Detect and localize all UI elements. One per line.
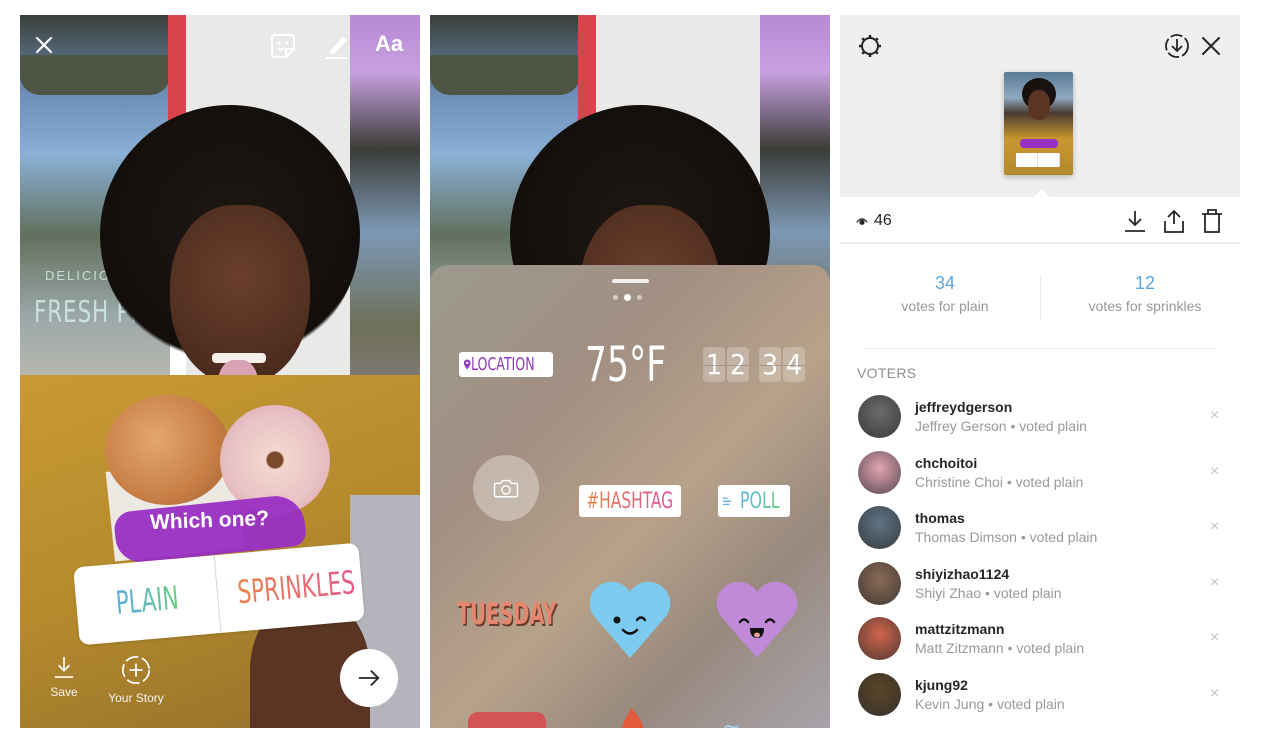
download-circle-icon[interactable] <box>1164 33 1190 59</box>
poll-lines-icon <box>723 497 732 506</box>
download-icon <box>54 656 74 678</box>
voter-detail: Shiyi Zhao • voted plain <box>915 584 1062 601</box>
hashtag-sticker[interactable]: #HASHTAG <box>579 485 681 517</box>
stats-toolbar: 46 <box>840 198 1240 244</box>
voter-row[interactable]: shiyizhao1124 Shiyi Zhao • voted plain × <box>840 560 1240 616</box>
results-header <box>840 15 1240 198</box>
avatar[interactable] <box>858 506 901 549</box>
page-indicator <box>613 294 642 301</box>
text-tool-button[interactable]: Aa <box>375 31 403 57</box>
voter-username[interactable]: shiyizhao1124 <box>915 566 1009 582</box>
sticker-tray-panel: LOCATION 75°F 1 2 3 4 #HASHTAG POLL TUES… <box>430 15 830 728</box>
location-sticker[interactable]: LOCATION <box>459 352 553 377</box>
voter-list: jeffreydgerson Jeffrey Gerson • voted pl… <box>840 393 1240 726</box>
your-story-button[interactable]: Your Story <box>104 655 168 705</box>
voter-row[interactable]: chchoitoi Christine Choi • voted plain × <box>840 449 1240 505</box>
voter-username[interactable]: kjung92 <box>915 677 968 693</box>
remove-voter-button[interactable]: × <box>1210 518 1219 536</box>
avatar[interactable] <box>858 672 901 716</box>
avatar[interactable] <box>858 395 901 438</box>
shop-sign-small: DELICIO <box>45 268 112 283</box>
download-icon[interactable] <box>1123 208 1147 234</box>
arrow-right-icon <box>358 669 380 687</box>
voter-username[interactable]: chchoitoi <box>915 455 977 471</box>
flame-icon <box>622 707 643 728</box>
clock-sticker[interactable]: 1 2 3 4 <box>703 347 805 382</box>
blue-heart-wink-sticker[interactable] <box>585 580 675 660</box>
poll-option-plain[interactable]: PLAIN <box>73 555 222 646</box>
red-sticker[interactable] <box>468 712 546 728</box>
poll-option-sprinkles[interactable]: SPRINKLES <box>215 542 378 633</box>
avatar[interactable] <box>858 617 901 660</box>
purple-heart-smile-sticker[interactable] <box>712 580 802 660</box>
voter-row[interactable]: thomas Thomas Dimson • voted plain × <box>840 504 1240 560</box>
poll-question[interactable]: Which one? <box>150 507 270 535</box>
sticker-tray: LOCATION 75°F 1 2 3 4 #HASHTAG POLL TUES… <box>430 265 830 728</box>
voter-detail: Jeffrey Gerson • voted plain <box>915 418 1087 434</box>
vote-result-sprinkles: 12 votes for sprinkles <box>1088 273 1202 314</box>
remove-voter-button[interactable]: × <box>1210 574 1219 592</box>
view-count[interactable]: 46 <box>856 212 892 230</box>
eye-icon <box>856 217 868 225</box>
voter-row[interactable]: mattzitzmann Matt Zitzmann • voted plain… <box>840 615 1240 671</box>
voter-username[interactable]: mattzitzmann <box>915 621 1004 637</box>
day-sticker[interactable]: TUESDAY <box>457 597 556 632</box>
voter-detail: Thomas Dimson • voted plain <box>915 529 1098 545</box>
story-editor-panel: DELICIO FRESH PIES Aa Which one? PLAIN S… <box>20 15 420 728</box>
glazed-donut <box>105 395 230 505</box>
next-button[interactable] <box>340 649 398 707</box>
avatar[interactable] <box>858 450 901 494</box>
temperature-sticker[interactable]: 75°F <box>585 337 666 393</box>
heart-smile-icon <box>716 581 798 658</box>
divider <box>1040 275 1041 319</box>
voter-row[interactable]: jeffreydgerson Jeffrey Gerson • voted pl… <box>840 393 1240 449</box>
page-dot-active <box>624 294 631 301</box>
camera-sticker-button[interactable] <box>473 455 539 521</box>
remove-voter-button[interactable]: × <box>1210 629 1219 647</box>
close-icon[interactable] <box>1200 35 1222 57</box>
voter-detail: Kevin Jung • voted plain <box>915 695 1065 712</box>
story-thumbnail[interactable] <box>1004 72 1073 175</box>
divider <box>864 348 1216 349</box>
add-story-icon <box>122 656 150 684</box>
remove-voter-button[interactable]: × <box>1210 685 1219 703</box>
pen-icon[interactable] <box>324 32 350 60</box>
page-dot <box>613 295 618 300</box>
script-sticker[interactable]: ~ <box>722 715 740 728</box>
tray-drag-handle[interactable] <box>612 279 649 283</box>
heart-wink-icon <box>589 581 671 658</box>
close-icon[interactable] <box>32 33 56 57</box>
voter-username[interactable]: jeffreydgerson <box>915 399 1012 415</box>
remove-voter-button[interactable]: × <box>1210 463 1219 481</box>
flame-sticker[interactable] <box>613 705 653 728</box>
voter-detail: Christine Choi • voted plain <box>915 473 1084 490</box>
poll-sticker-option[interactable]: POLL <box>718 485 790 517</box>
voter-row[interactable]: kjung92 Kevin Jung • voted plain × <box>840 671 1240 727</box>
voter-detail: Matt Zitzmann • voted plain <box>915 640 1085 656</box>
share-icon[interactable] <box>1162 208 1186 234</box>
avatar[interactable] <box>858 561 901 605</box>
save-button[interactable]: Save <box>47 655 81 699</box>
page-dot <box>637 295 642 300</box>
trash-icon[interactable] <box>1200 208 1224 234</box>
poll-results-panel: 46 34 votes for plain 12 votes for sprin… <box>840 15 1240 728</box>
voter-username[interactable]: thomas <box>915 510 965 526</box>
thumbnail-pointer <box>1033 189 1051 198</box>
voters-heading: VOTERS <box>857 365 917 381</box>
vote-result-plain: 34 votes for plain <box>901 273 989 314</box>
camera-icon <box>493 479 519 498</box>
sticker-icon[interactable] <box>270 33 296 59</box>
gear-icon[interactable] <box>857 33 883 59</box>
vote-results: 34 votes for plain 12 votes for sprinkle… <box>840 273 1240 333</box>
remove-voter-button[interactable]: × <box>1210 407 1219 425</box>
